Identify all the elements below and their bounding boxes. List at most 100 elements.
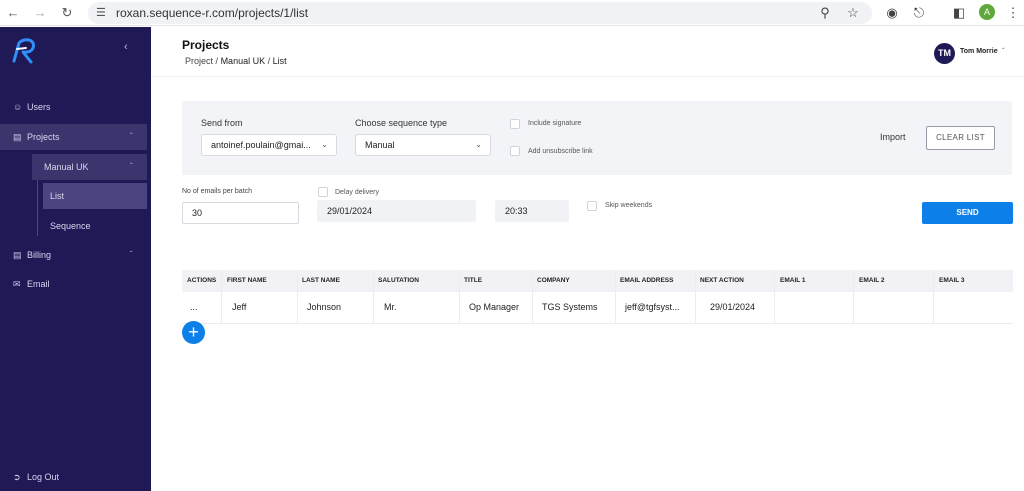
sidebar-item-label: Sequence <box>50 221 91 231</box>
cell-salutation[interactable]: Mr. <box>384 292 397 324</box>
browser-profile-avatar[interactable]: A <box>979 4 995 20</box>
emails-per-batch-input[interactable]: 30 <box>182 202 299 224</box>
sidebar-item-label: Manual UK <box>44 162 89 172</box>
column-header[interactable]: NEXT ACTION <box>700 270 744 292</box>
sidebar-item-users[interactable]: ☺ Users <box>0 94 147 120</box>
sidebar-item-label: Email <box>27 279 50 289</box>
sequence-type-value: Manual <box>365 140 395 150</box>
logout-label: Log Out <box>27 472 60 482</box>
column-divider <box>774 270 775 324</box>
chevron-up-icon: ˆ <box>130 162 133 171</box>
table-header: ACTIONS FIRST NAME LAST NAME SALUTATION … <box>182 270 1013 292</box>
side-panel-icon[interactable]: ◧ <box>950 4 968 22</box>
chevron-down-icon: ˇ <box>130 250 133 259</box>
forward-icon[interactable]: → <box>32 5 48 21</box>
cell-next-action[interactable]: 29/01/2024 <box>710 292 755 324</box>
column-header[interactable]: COMPANY <box>537 270 570 292</box>
sidebar: ‹ ☺ Users ▤ Projects ˆ Manual UK ˆ List … <box>0 27 151 491</box>
app-logo <box>12 38 35 64</box>
extensions-icon[interactable]: ⎋ <box>910 4 928 22</box>
bookmark-star-icon[interactable]: ☆ <box>844 4 862 22</box>
row-actions-icon[interactable]: ... <box>190 292 198 324</box>
plus-icon[interactable]: + <box>182 321 205 344</box>
sidebar-item-label: List <box>50 191 65 201</box>
include-signature-checkbox[interactable] <box>510 119 520 129</box>
mail-icon: ✉ <box>13 279 21 289</box>
sidebar-item-billing[interactable]: ▤ Billing ˇ <box>0 242 147 268</box>
back-icon[interactable]: ← <box>5 5 21 21</box>
column-divider <box>532 270 533 324</box>
include-signature-label: Include signature <box>528 120 582 127</box>
cell-first-name[interactable]: Jeff <box>232 292 246 324</box>
sidebar-item-sequence[interactable]: Sequence <box>43 213 147 239</box>
column-divider <box>853 270 854 324</box>
zoom-icon[interactable]: ⚲ <box>816 4 834 22</box>
column-divider <box>615 270 616 324</box>
delay-delivery-checkbox[interactable] <box>318 187 328 197</box>
user-avatar[interactable]: TM <box>934 43 955 64</box>
breadcrumb-project[interactable]: Project <box>185 56 213 66</box>
chevron-down-icon: ⌄ <box>475 140 482 149</box>
delivery-date-input[interactable]: 29/01/2024 <box>317 200 476 222</box>
sidebar-item-email[interactable]: ✉ Email <box>0 271 147 297</box>
delay-delivery-label: Delay delivery <box>335 189 379 196</box>
logout-button[interactable]: ➲ Log Out <box>0 464 147 490</box>
column-divider <box>221 270 222 324</box>
column-divider <box>297 270 298 324</box>
folder-icon: ▤ <box>13 132 22 142</box>
send-from-label: Send from <box>201 118 243 128</box>
table-row[interactable]: ... Jeff Johnson Mr. Op Manager TGS Syst… <box>182 292 1013 324</box>
sidebar-item-label: Billing <box>27 250 52 260</box>
sequence-type-label: Choose sequence type <box>355 118 448 128</box>
chevron-down-icon: ⌄ <box>321 140 328 149</box>
column-divider <box>695 270 696 324</box>
unsubscribe-checkbox[interactable] <box>510 146 520 156</box>
user-name[interactable]: Tom Morrie <box>960 48 998 55</box>
more-menu-icon[interactable]: ⋮ <box>1004 4 1022 22</box>
sidebar-item-manual-uk[interactable]: Manual UK ˆ <box>32 154 147 180</box>
chevron-left-icon[interactable]: ‹ <box>124 41 128 53</box>
sequence-type-select[interactable]: Manual ⌄ <box>355 134 491 156</box>
column-divider <box>459 270 460 324</box>
column-header[interactable]: EMAIL 1 <box>780 270 806 292</box>
column-header[interactable]: FIRST NAME <box>227 270 267 292</box>
breadcrumb-separator: / <box>215 56 219 66</box>
site-info-icon[interactable]: ☰ <box>96 6 106 19</box>
cell-company[interactable]: TGS Systems <box>542 292 598 324</box>
column-header[interactable]: EMAIL 2 <box>859 270 885 292</box>
column-header[interactable]: EMAIL ADDRESS <box>620 270 673 292</box>
lens-icon[interactable]: ◉ <box>883 4 901 22</box>
column-header[interactable]: TITLE <box>464 270 482 292</box>
reload-icon[interactable]: ↻ <box>59 5 75 21</box>
browser-toolbar: ← → ↻ ☰ roxan.sequence-r.com/projects/1/… <box>0 0 1024 26</box>
sidebar-item-list[interactable]: List <box>43 183 147 209</box>
send-from-select[interactable]: antoinef.poulain@gmai... ⌄ <box>201 134 337 156</box>
breadcrumb-manual-uk[interactable]: Manual UK <box>221 56 266 66</box>
send-button[interactable]: SEND <box>922 202 1013 224</box>
sidebar-item-label: Projects <box>27 132 60 142</box>
sidebar-item-projects[interactable]: ▤ Projects ˆ <box>0 124 147 150</box>
cell-title[interactable]: Op Manager <box>469 292 519 324</box>
chevron-down-icon[interactable]: ˇ <box>1002 47 1005 56</box>
tree-line <box>37 180 38 236</box>
breadcrumb: Project / Manual UK / List <box>185 56 287 66</box>
address-bar[interactable]: ☰ roxan.sequence-r.com/projects/1/list ⚲… <box>88 2 872 24</box>
skip-weekends-label: Skip weekends <box>605 202 653 209</box>
breadcrumb-separator: / <box>267 56 271 66</box>
billing-icon: ▤ <box>13 250 22 260</box>
column-divider <box>373 270 374 324</box>
column-header: ACTIONS <box>187 277 217 284</box>
clear-list-button[interactable]: CLEAR LIST <box>926 126 995 150</box>
emails-per-batch-label: No of emails per batch <box>182 188 253 195</box>
column-header[interactable]: LAST NAME <box>302 270 340 292</box>
cell-last-name[interactable]: Johnson <box>307 292 341 324</box>
delivery-time-input[interactable]: 20:33 <box>495 200 569 222</box>
unsubscribe-label: Add unsubscribe link <box>528 148 593 155</box>
column-header[interactable]: EMAIL 3 <box>939 270 965 292</box>
cell-email-address[interactable]: jeff@tgfsyst... <box>625 292 680 324</box>
column-header[interactable]: SALUTATION <box>378 270 419 292</box>
import-link[interactable]: Import <box>880 132 906 142</box>
breadcrumb-list: List <box>272 56 287 66</box>
skip-weekends-checkbox[interactable] <box>587 201 597 211</box>
page-title: Projects <box>182 38 230 52</box>
